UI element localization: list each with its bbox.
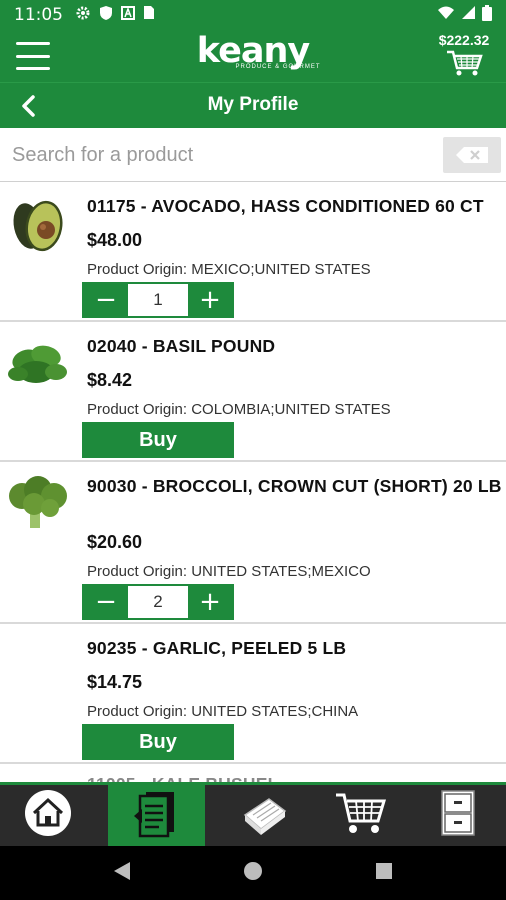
quantity-value[interactable]: 1 [128, 284, 188, 316]
product-price: $14.75 [87, 672, 143, 692]
product-price: $48.00 [87, 230, 143, 250]
cart-icon [334, 789, 388, 842]
status-time: 11:05 [14, 5, 63, 25]
product-list: 01175 - AVOCADO, HASS CONDITIONED 60 CT … [0, 182, 506, 782]
app-screen: 11:05 keany PRODUCE & GOURMET $222.32 My… [0, 0, 506, 900]
tab-cart[interactable] [313, 785, 409, 846]
logo: keany PRODUCE & GOURMET [0, 32, 506, 70]
search-bar [0, 128, 506, 182]
order-guide-icon [133, 788, 180, 843]
status-left-icons [75, 5, 155, 26]
search-input[interactable] [6, 136, 436, 174]
product-name: 02040 - BASIL POUND [87, 336, 276, 356]
tab-home[interactable] [0, 785, 96, 846]
system-nav-bar [0, 846, 506, 900]
basil-image [6, 334, 70, 392]
gear-icon [75, 5, 91, 26]
tab-catalog[interactable] [217, 785, 313, 846]
shield-icon [99, 5, 113, 26]
page-title: My Profile [207, 94, 299, 115]
tab-order-guide[interactable] [108, 785, 205, 846]
product-name: 90030 - BROCCOLI, CROWN CUT (SHORT) 20 L… [87, 476, 502, 496]
signal-icon [461, 5, 476, 25]
quantity-value[interactable]: 2 [128, 586, 188, 618]
battery-icon [482, 4, 492, 26]
cart-total-amount: $222.32 [438, 32, 490, 48]
app-bar: keany PRODUCE & GOURMET $222.32 [0, 30, 506, 82]
decrement-button[interactable]: − [84, 284, 128, 316]
buy-button[interactable]: Buy [82, 422, 234, 458]
product-origin: Product Origin: UNITED STATES;MEXICO [87, 563, 371, 580]
product-origin: Product Origin: UNITED STATES;CHINA [87, 703, 359, 720]
sim-card-icon [143, 5, 155, 25]
list-item[interactable]: 90235 - GARLIC, PEELED 5 LB $14.75 Produ… [0, 624, 506, 764]
list-item[interactable]: 90030 - BROCCOLI, CROWN CUT (SHORT) 20 L… [0, 462, 506, 624]
home-icon [23, 788, 73, 843]
list-item[interactable]: 11005 - KALE BUSHEL [0, 764, 506, 782]
a-box-icon [121, 5, 135, 25]
list-item[interactable]: 01175 - AVOCADO, HASS CONDITIONED 60 CT … [0, 182, 506, 322]
quantity-stepper: − 2 + [82, 584, 234, 620]
product-origin: Product Origin: COLOMBIA;UNITED STATES [87, 401, 391, 418]
wifi-icon [437, 6, 455, 25]
product-origin: Product Origin: MEXICO;UNITED STATES [87, 261, 371, 278]
tab-files[interactable] [410, 785, 506, 846]
quantity-stepper: − 1 + [82, 282, 234, 318]
file-cabinet-icon [441, 790, 475, 841]
list-item[interactable]: 02040 - BASIL POUND $8.42 Product Origin… [0, 322, 506, 462]
product-name: 11005 - KALE BUSHEL [87, 772, 502, 782]
status-bar: 11:05 [0, 0, 506, 30]
increment-button[interactable]: + [188, 586, 232, 618]
bottom-nav [0, 782, 506, 846]
subheader: My Profile [0, 82, 506, 128]
product-price: $8.42 [87, 370, 133, 390]
backspace-clear-icon[interactable] [443, 137, 501, 173]
product-price: $20.60 [87, 532, 143, 552]
product-name: 90235 - GARLIC, PEELED 5 LB [87, 638, 347, 658]
back-triangle-icon[interactable] [112, 860, 132, 887]
broccoli-image [6, 474, 70, 532]
home-circle-icon[interactable] [242, 860, 264, 887]
status-right-icons [437, 4, 492, 26]
buy-button[interactable]: Buy [82, 724, 234, 760]
cart-button[interactable]: $222.32 [432, 32, 496, 83]
decrement-button[interactable]: − [84, 586, 128, 618]
catalog-icon [241, 791, 289, 840]
product-name: 01175 - AVOCADO, HASS CONDITIONED 60 CT [87, 196, 484, 216]
avocado-image [6, 194, 70, 252]
shopping-cart-icon [445, 50, 483, 82]
increment-button[interactable]: + [188, 284, 232, 316]
recents-square-icon[interactable] [374, 861, 394, 886]
